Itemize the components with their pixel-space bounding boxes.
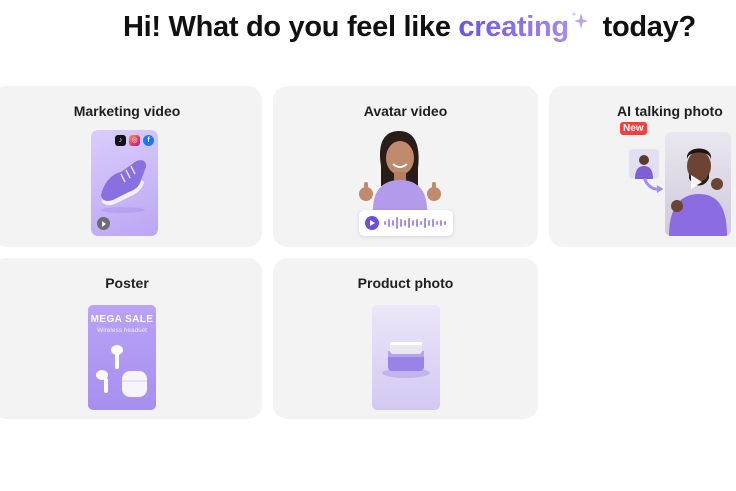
sparkle-icon	[570, 11, 588, 29]
avatar-video-card[interactable]: Avatar video	[273, 86, 538, 247]
product-photo-preview	[372, 305, 440, 410]
poster-preview: MEGA SALE Wireless headset	[88, 305, 156, 410]
card-title: AI talking photo New	[617, 103, 736, 135]
new-badge: New	[620, 122, 647, 135]
card-title: Product photo	[357, 275, 454, 291]
poster-card[interactable]: Poster MEGA SALE Wireless headset	[0, 258, 262, 419]
card-title-text: AI talking photo	[617, 103, 723, 119]
waveform-icon	[384, 217, 446, 229]
marketing-video-preview: ♪ ◎ f	[91, 130, 158, 236]
ai-talking-photo-card[interactable]: AI talking photo New	[549, 86, 736, 247]
arrow-icon	[643, 178, 663, 193]
source-photo-thumbnail	[629, 149, 659, 179]
poster-subheading: Wireless headset	[97, 327, 147, 334]
audio-waveform	[359, 210, 453, 236]
play-icon	[365, 216, 379, 230]
title-accent: creating	[458, 11, 569, 43]
cream-jar-image	[382, 342, 430, 378]
card-title: Marketing video	[73, 103, 181, 119]
person-thumbnail-image	[635, 155, 653, 179]
card-title: Poster	[105, 275, 149, 291]
marketing-video-card[interactable]: Marketing video ♪ ◎ f	[0, 86, 262, 247]
title-suffix: today?	[602, 11, 697, 43]
title-prefix: Hi! What do you feel like	[123, 11, 451, 43]
play-icon	[97, 217, 110, 230]
poster-heading: MEGA SALE	[90, 314, 154, 325]
product-photo-card[interactable]: Product photo	[273, 258, 538, 419]
play-icon	[691, 175, 702, 189]
page-title: Hi! What do you feel like creating today…	[123, 10, 696, 44]
earbuds-image	[96, 345, 147, 397]
talking-photo-preview	[665, 132, 731, 236]
